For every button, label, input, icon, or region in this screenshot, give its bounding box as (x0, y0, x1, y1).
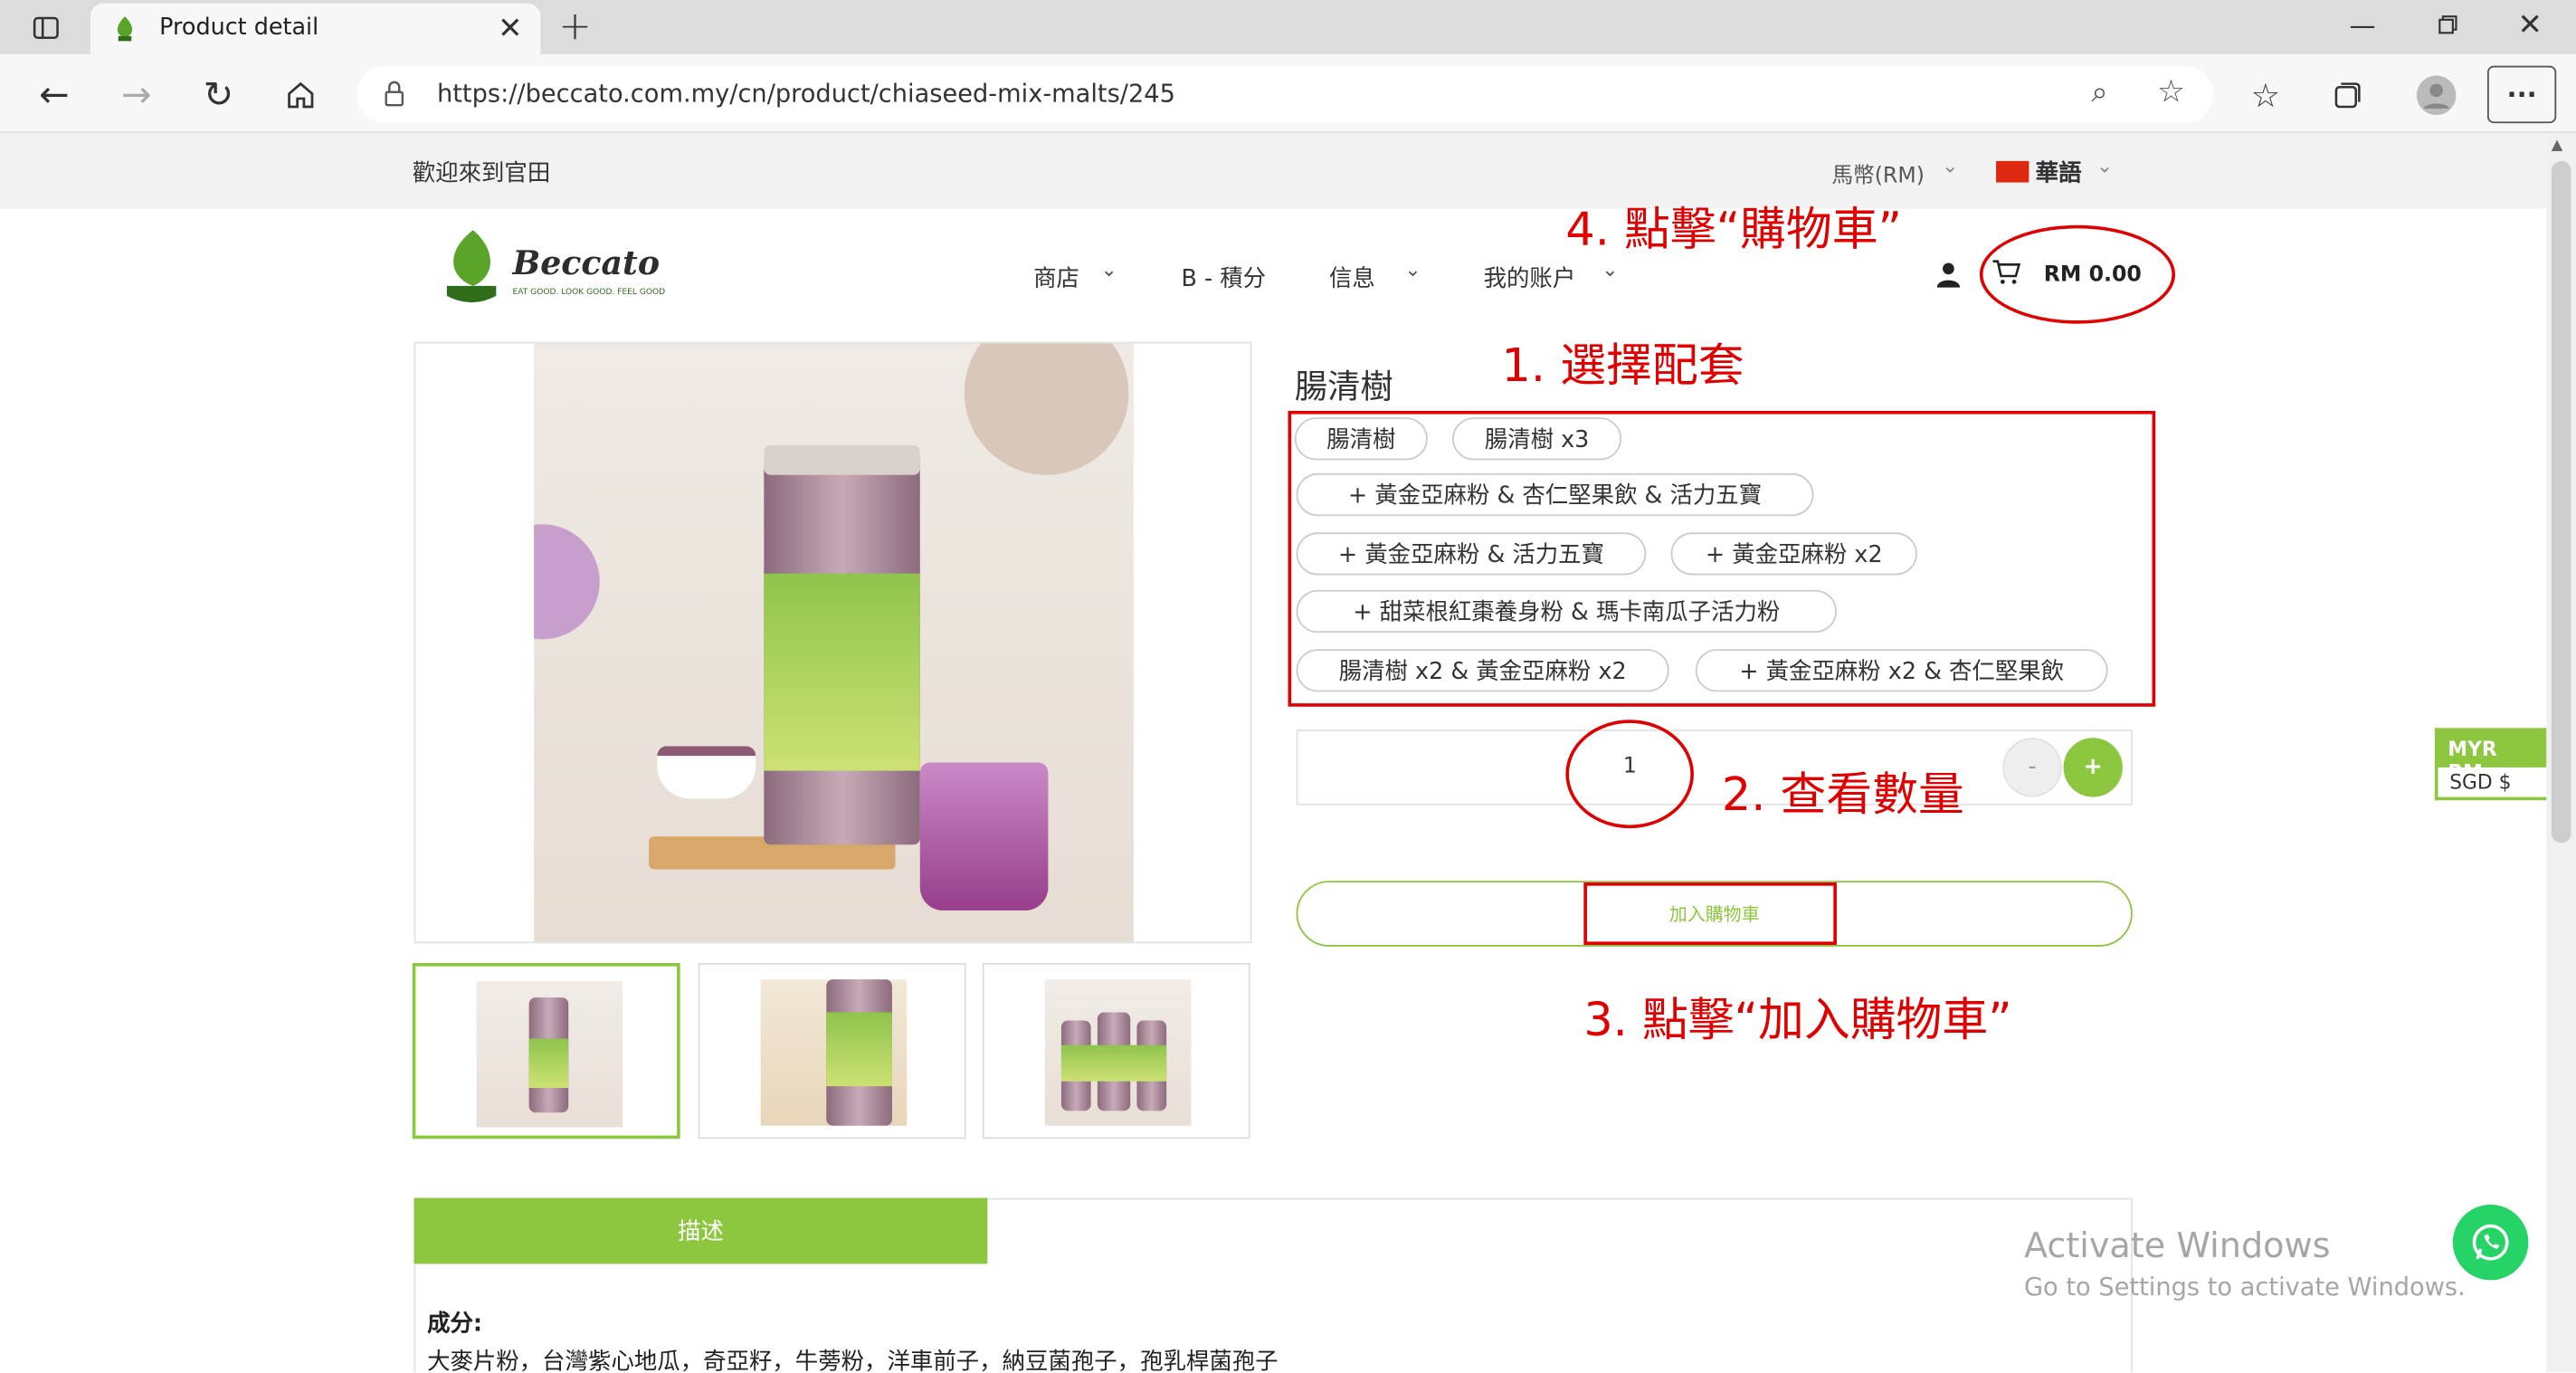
currency-selector[interactable]: 馬幣(RM) (1832, 157, 1925, 189)
profile-avatar-icon[interactable] (2415, 74, 2457, 117)
minimize-icon[interactable]: — (2346, 8, 2379, 41)
leaf-favicon-icon (113, 16, 136, 49)
collections-icon[interactable] (2326, 74, 2369, 117)
site-utility-bar (0, 133, 2547, 209)
chevron-down-icon: ⌄ (1942, 154, 1959, 178)
thumbnail-2[interactable] (698, 963, 966, 1139)
nav-my-account[interactable]: 我的账户 (1484, 262, 1576, 294)
drink-glass (919, 762, 1049, 911)
annotation-cart-circle (1979, 224, 2175, 324)
chevron-down-icon: ⌄ (1404, 258, 1421, 281)
annotation-add-to-cart-box (1583, 882, 1837, 946)
logo-tagline: EAT GOOD. LOOK GOOD. FEEL GOOD (512, 287, 666, 298)
scrollbar-thumb[interactable] (2551, 160, 2571, 844)
leaf-logo-icon (446, 230, 497, 303)
site-logo[interactable]: Beccato EAT GOOD. LOOK GOOD. FEEL GOOD (441, 227, 687, 312)
annotation-step2: 2. 查看數量 (1721, 767, 1964, 822)
user-icon[interactable] (1934, 260, 1963, 290)
annotation-quantity-circle (1565, 720, 1694, 829)
add-favorite-icon[interactable]: ☆ (2157, 74, 2185, 110)
activate-windows-title: Activate Windows (2023, 1225, 2331, 1266)
back-icon[interactable]: ← (33, 74, 75, 117)
ingredients-heading: 成分: (427, 1311, 483, 1338)
quantity-minus-button[interactable]: - (2002, 738, 2062, 797)
product-title: 腸清樹 (1294, 366, 1393, 406)
thumbnail-3[interactable] (982, 963, 1250, 1139)
browser-tab[interactable]: Product detail ✕ (90, 3, 541, 54)
tab-description[interactable]: 描述 (413, 1197, 988, 1264)
restore-icon[interactable] (2431, 8, 2464, 41)
china-flag-icon (1996, 160, 2029, 183)
close-window-icon[interactable]: ✕ (2510, 5, 2550, 44)
scroll-up-icon[interactable]: ▲ (2552, 138, 2563, 155)
jar-lid (764, 445, 920, 475)
whatsapp-icon[interactable] (2452, 1204, 2529, 1281)
annotation-step3: 3. 點擊“加入購物車” (1583, 992, 2012, 1047)
annotation-options-box (1288, 410, 2156, 707)
tab-title: Product detail (159, 14, 319, 42)
activate-windows-subtitle: Go to Settings to activate Windows. (2023, 1272, 2466, 1302)
more-menu-icon[interactable]: ··· (2486, 65, 2557, 124)
tab-actions-icon[interactable] (23, 10, 69, 46)
zoom-icon[interactable]: ⌕ (2091, 76, 2107, 110)
powder-bowl (657, 746, 756, 799)
currency-widget-myr: MYR RM (2438, 730, 2547, 784)
forward-icon[interactable]: → (115, 74, 157, 117)
favorites-icon[interactable]: ☆ (2244, 74, 2286, 117)
logo-wordmark: Beccato (512, 243, 661, 283)
address-bar[interactable]: https://beccato.com.my/cn/product/chiase… (356, 65, 2213, 124)
reload-icon[interactable]: ↻ (197, 74, 240, 117)
product-image-frame[interactable] (413, 341, 1252, 944)
currency-widget[interactable]: MYR RM SGD $ (2434, 728, 2547, 801)
new-tab-icon[interactable]: + (556, 4, 595, 50)
annotation-step4: 4. 點擊“購物車” (1565, 202, 1902, 257)
close-tab-icon[interactable]: ✕ (498, 12, 522, 46)
jar-label (764, 573, 920, 771)
decor-circle (534, 524, 600, 640)
url-text[interactable]: https://beccato.com.my/cn/product/chiase… (437, 79, 1175, 109)
chevron-down-icon: ⌄ (2096, 154, 2114, 178)
ingredients-text: 大麥片粉，台灣紫心地瓜，奇亞籽，牛蒡粉，洋車前子，納豆菌孢子，孢乳桿菌孢子 (427, 1349, 1278, 1373)
chevron-down-icon: ⌄ (1602, 258, 1619, 281)
nav-shop[interactable]: 商店 (1033, 262, 1079, 294)
language-selector[interactable]: 華語 (2036, 156, 2082, 188)
home-icon[interactable] (280, 74, 322, 117)
lock-icon (383, 81, 405, 113)
chevron-down-icon: ⌄ (1100, 258, 1117, 281)
nav-b-points[interactable]: B - 積分 (1181, 262, 1266, 294)
welcome-text: 歡迎來到官田 (412, 160, 551, 187)
product-photo (534, 343, 1134, 942)
thumbnail-1[interactable] (412, 963, 680, 1139)
quantity-plus-button[interactable]: + (2063, 738, 2123, 797)
decor-circle (964, 343, 1129, 475)
nav-info[interactable]: 信息 (1329, 262, 1375, 294)
currency-widget-sgd: SGD $ (2449, 770, 2512, 794)
annotation-step1: 1. 選擇配套 (1501, 338, 1744, 393)
